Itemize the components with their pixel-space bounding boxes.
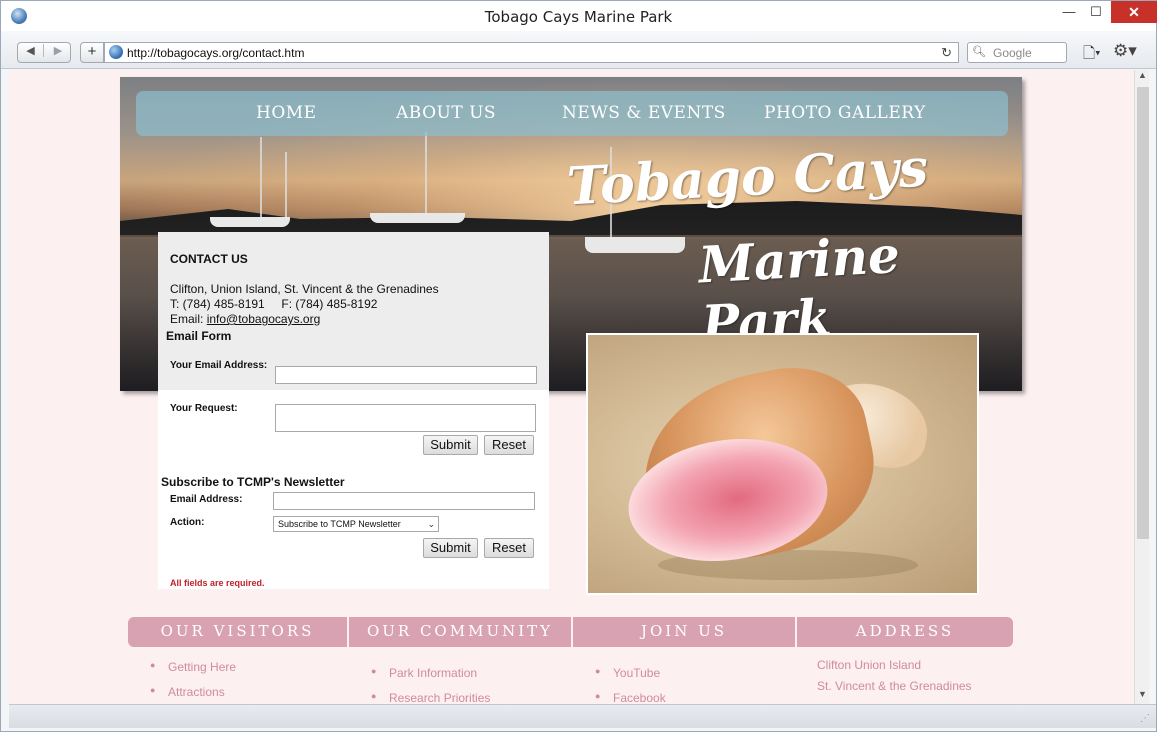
- action-select[interactable]: Subscribe to TCMP Newsletter ⌄: [273, 516, 439, 532]
- bullet-icon: ●: [150, 660, 156, 670]
- action-selected: Subscribe to TCMP Newsletter: [278, 519, 401, 529]
- boat-hull: [210, 217, 290, 227]
- maximize-button[interactable]: ☐: [1081, 1, 1111, 23]
- boat-mast: [285, 152, 287, 222]
- your-request-textarea[interactable]: [275, 404, 536, 432]
- newsletter-title: Subscribe to TCMP's Newsletter: [161, 475, 345, 489]
- contact-email-label: Email:: [170, 312, 207, 326]
- contact-email-link[interactable]: info@tobagocays.org: [207, 312, 321, 326]
- footer-link-youtube[interactable]: YouTube: [613, 666, 660, 680]
- search-field[interactable]: 🔍︎ Google: [967, 42, 1067, 63]
- email-form-title: Email Form: [166, 329, 232, 343]
- footer-tab-community: OUR COMMUNITY: [349, 617, 573, 647]
- resize-grip-icon[interactable]: ⋰: [1140, 713, 1150, 724]
- nav-photo-gallery[interactable]: PHOTO GALLERY: [764, 103, 926, 123]
- bullet-icon: ●: [595, 666, 601, 676]
- gear-icon[interactable]: ⚙▾: [1113, 41, 1137, 61]
- boat-hull: [585, 237, 685, 253]
- chevron-down-icon: ⌄: [427, 519, 435, 529]
- conch-shell-photo: [586, 333, 979, 595]
- contact-email-line: Email: info@tobagocays.org: [170, 312, 320, 326]
- contact-phone-fax: T: (784) 485-8191 F: (784) 485-8192: [170, 297, 378, 311]
- search-placeholder: Google: [993, 46, 1032, 60]
- status-bar: ⋰: [9, 704, 1156, 728]
- bullet-icon: ●: [371, 691, 377, 701]
- url-text[interactable]: http://tobagocays.org/contact.htm: [127, 46, 304, 60]
- search-icon: 🔍︎: [972, 46, 986, 58]
- history-buttons: ◀ ▶: [17, 42, 71, 63]
- footer-address-line2: St. Vincent & the Grenadines: [817, 679, 972, 693]
- boat-mast: [260, 137, 262, 222]
- forward-arrow-icon[interactable]: ▶: [45, 44, 71, 57]
- footer-link-research-priorities[interactable]: Research Priorities: [389, 691, 490, 704]
- nav-about-us[interactable]: ABOUT US: [396, 103, 496, 123]
- footer-link-park-information[interactable]: Park Information: [389, 666, 477, 680]
- scroll-thumb[interactable]: [1137, 87, 1149, 539]
- bullet-icon: ●: [371, 666, 377, 676]
- contact-heading: CONTACT US: [170, 252, 248, 266]
- add-bookmark-button[interactable]: +: [80, 42, 104, 63]
- footer-link-getting-here[interactable]: Getting Here: [168, 660, 236, 674]
- page-menu-icon[interactable]: 🗋▾: [1083, 43, 1101, 68]
- browser-window: Tobago Cays Marine Park — ☐ ✕ ◀ ▶ + http…: [0, 0, 1157, 732]
- required-note: All fields are required.: [170, 578, 265, 588]
- footer-tab-address: ADDRESS: [797, 617, 1013, 647]
- reload-icon[interactable]: ↻: [941, 45, 952, 61]
- scroll-up-icon[interactable]: ▲: [1135, 70, 1150, 85]
- boat-hull: [370, 213, 465, 223]
- email-reset-button[interactable]: Reset: [484, 435, 534, 455]
- close-button[interactable]: ✕: [1111, 1, 1157, 23]
- contact-panel: CONTACT US Clifton, Union Island, St. Vi…: [158, 232, 549, 589]
- address-bar[interactable]: http://tobagocays.org/contact.htm ↻: [104, 42, 959, 63]
- bullet-icon: ●: [150, 685, 156, 695]
- contact-address: Clifton, Union Island, St. Vincent & the…: [170, 282, 439, 296]
- nav-home[interactable]: HOME: [256, 103, 317, 123]
- back-arrow-icon[interactable]: ◀: [18, 44, 44, 57]
- window-title: Tobago Cays Marine Park: [484, 8, 673, 26]
- vertical-scrollbar[interactable]: ▲ ▼: [1134, 70, 1149, 704]
- page-viewport: HOME ABOUT US NEWS & EVENTS PHOTO GALLER…: [9, 70, 1134, 704]
- bullet-icon: ●: [595, 691, 601, 701]
- footer-link-facebook[interactable]: Facebook: [613, 691, 666, 704]
- newsletter-email-input[interactable]: [273, 492, 535, 510]
- your-email-input[interactable]: [275, 366, 537, 384]
- minimize-button[interactable]: —: [1054, 1, 1084, 23]
- newsletter-submit-button[interactable]: Submit: [423, 538, 478, 558]
- site-nav: HOME ABOUT US NEWS & EVENTS PHOTO GALLER…: [136, 91, 1008, 136]
- title-bar: Tobago Cays Marine Park — ☐ ✕: [1, 1, 1157, 31]
- your-request-label: Your Request:: [170, 403, 238, 414]
- action-label: Action:: [170, 517, 205, 528]
- newsletter-email-label: Email Address:: [170, 494, 243, 505]
- newsletter-reset-button[interactable]: Reset: [484, 538, 534, 558]
- globe-icon: [109, 45, 123, 59]
- footer-tab-visitors: OUR VISITORS: [128, 617, 349, 647]
- footer-tabs: OUR VISITORS OUR COMMUNITY JOIN US ADDRE…: [128, 617, 1013, 647]
- boat-mast: [425, 132, 427, 217]
- browser-toolbar: ◀ ▶ + http://tobagocays.org/contact.htm …: [1, 31, 1156, 69]
- footer-address-line1: Clifton Union Island: [817, 658, 922, 672]
- email-submit-button[interactable]: Submit: [423, 435, 478, 455]
- your-email-label: Your Email Address:: [170, 360, 268, 371]
- nav-news-events[interactable]: NEWS & EVENTS: [562, 103, 726, 123]
- footer-link-attractions[interactable]: Attractions: [168, 685, 225, 699]
- scroll-down-icon[interactable]: ▼: [1135, 689, 1150, 704]
- footer-tab-join: JOIN US: [573, 617, 797, 647]
